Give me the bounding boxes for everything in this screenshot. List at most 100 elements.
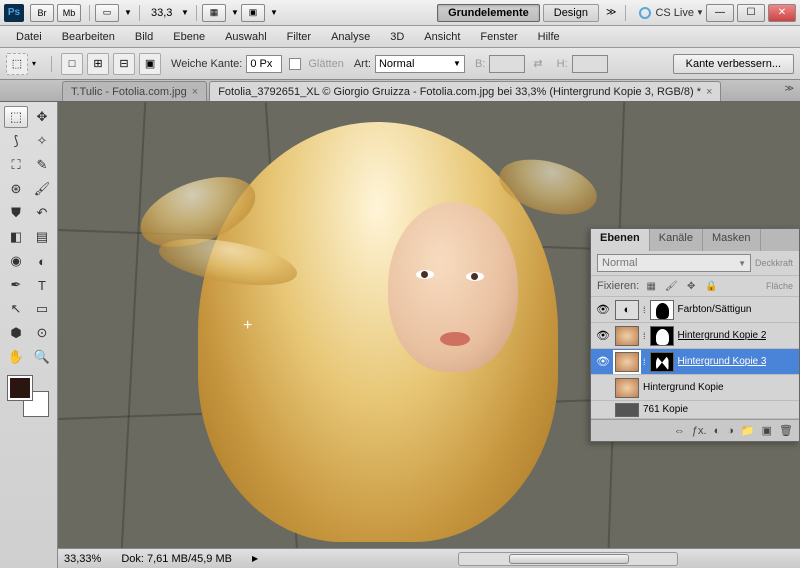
blur-tool[interactable]: ◉ — [4, 250, 28, 272]
heal-tool[interactable]: ⊛ — [4, 178, 28, 200]
gradient-tool[interactable]: ▤ — [30, 226, 54, 248]
chevron-down-icon[interactable]: ▼ — [179, 8, 191, 17]
expand-icon[interactable]: ≫ — [606, 7, 616, 18]
style-select[interactable]: Normal ▼ — [375, 55, 465, 73]
3d-tool[interactable]: ⬢ — [4, 322, 28, 344]
workspace-design[interactable]: Design — [543, 4, 599, 22]
layer-row[interactable]: Hintergrund Kopie — [591, 375, 799, 401]
panel-tab-masks[interactable]: Masken — [703, 229, 761, 251]
menu-analyse[interactable]: Analyse — [323, 29, 378, 45]
screen-button[interactable]: ▣ — [241, 4, 265, 22]
adjustment-icon[interactable]: ◑ — [727, 425, 734, 437]
crop-tool[interactable]: ⛶ — [4, 154, 28, 176]
layer-name[interactable]: Hintergrund Kopie — [643, 382, 724, 393]
bridge-button[interactable]: Br — [30, 4, 54, 22]
arrange-docs-button[interactable]: ▦ — [202, 4, 226, 22]
menu-window[interactable]: Fenster — [472, 29, 525, 45]
layer-mask-thumb[interactable] — [650, 352, 674, 372]
fx-icon[interactable]: ƒx. — [692, 425, 707, 437]
shape-tool[interactable]: ▭ — [30, 298, 54, 320]
selection-add-icon[interactable]: ⊞ — [87, 53, 109, 75]
selection-new-icon[interactable]: □ — [61, 53, 83, 75]
workspace-essentials[interactable]: Grundelemente — [437, 4, 540, 22]
type-tool[interactable]: T — [30, 274, 54, 296]
minibridge-button[interactable]: Mb — [57, 4, 81, 22]
close-button[interactable]: ✕ — [768, 4, 796, 22]
zoom-tool[interactable]: 🔍 — [30, 346, 54, 368]
close-tab-icon[interactable]: × — [706, 86, 712, 98]
tab-overflow-icon[interactable]: ≫ — [785, 83, 794, 94]
status-zoom[interactable]: 33,33% — [64, 553, 101, 565]
layer-thumb[interactable] — [615, 403, 639, 417]
marquee-tool[interactable]: ⬚ — [4, 106, 28, 128]
hand-tool[interactable]: ✋ — [4, 346, 28, 368]
menu-view[interactable]: Ansicht — [416, 29, 468, 45]
chevron-down-icon[interactable]: ▼ — [122, 8, 134, 17]
eyedropper-tool[interactable]: ✎ — [30, 154, 54, 176]
brush-tool[interactable]: 🖌 — [30, 178, 54, 200]
layer-thumb[interactable] — [615, 378, 639, 398]
layer-name[interactable]: Hintergrund Kopie 2 — [678, 330, 767, 341]
marquee-tool-icon[interactable]: ⬚ — [6, 53, 28, 75]
menu-help[interactable]: Hilfe — [530, 29, 568, 45]
lock-pixels-icon[interactable]: 🖌 — [663, 279, 679, 293]
layer-thumb-adjustment[interactable]: ◐ — [615, 300, 639, 320]
color-swatches[interactable] — [8, 376, 48, 416]
history-brush-tool[interactable]: ↶ — [30, 202, 54, 224]
wand-tool[interactable]: ✧ — [30, 130, 54, 152]
layer-row[interactable]: 👁 ◐ ⁞ Farbton/Sättigun — [591, 297, 799, 323]
layer-name[interactable]: Farbton/Sättigun — [678, 304, 752, 315]
layer-mask-thumb[interactable] — [650, 300, 674, 320]
horizontal-scrollbar[interactable] — [458, 552, 678, 566]
lock-transparency-icon[interactable]: ▦ — [643, 279, 659, 293]
move-tool[interactable]: ✥ — [30, 106, 54, 128]
selection-subtract-icon[interactable]: ⊟ — [113, 53, 135, 75]
pen-tool[interactable]: ✒ — [4, 274, 28, 296]
layer-row[interactable]: 761 Kopie — [591, 401, 799, 419]
status-doc-size[interactable]: Dok: 7,61 MB/45,9 MB — [121, 553, 232, 565]
layer-row[interactable]: 👁 ⁞ Hintergrund Kopie 2 — [591, 323, 799, 349]
document-tab-inactive[interactable]: T.Tulic - Fotolia.com.jpg × — [62, 81, 207, 101]
layer-name[interactable]: Hintergrund Kopie 3 — [678, 356, 767, 367]
zoom-value[interactable]: 33,3 — [145, 6, 179, 20]
menu-edit[interactable]: Bearbeiten — [54, 29, 123, 45]
lock-all-icon[interactable]: 🔒 — [703, 279, 719, 293]
camera-tool[interactable]: ⊙ — [30, 322, 54, 344]
layer-row-selected[interactable]: 👁 ⁞ Hintergrund Kopie 3 — [591, 349, 799, 375]
menu-select[interactable]: Auswahl — [217, 29, 275, 45]
layer-mask-thumb[interactable] — [650, 326, 674, 346]
chevron-down-icon[interactable]: ▼ — [229, 8, 241, 17]
link-layers-icon[interactable]: ⇔ — [674, 425, 685, 437]
menu-filter[interactable]: Filter — [279, 29, 319, 45]
lock-position-icon[interactable]: ✥ — [683, 279, 699, 293]
layer-name[interactable]: 761 Kopie — [643, 404, 688, 415]
visibility-icon[interactable]: 👁 — [595, 355, 611, 368]
cs-live-button[interactable]: CS Live ▼ — [639, 7, 706, 19]
dodge-tool[interactable]: ◐ — [30, 250, 54, 272]
selection-intersect-icon[interactable]: ▣ — [139, 53, 161, 75]
menu-image[interactable]: Bild — [127, 29, 161, 45]
visibility-icon[interactable]: 👁 — [595, 329, 611, 342]
lasso-tool[interactable]: ⟆ — [4, 130, 28, 152]
folder-icon[interactable]: 📁 — [741, 424, 755, 437]
stamp-tool[interactable]: ⛊ — [4, 202, 28, 224]
path-tool[interactable]: ↖ — [4, 298, 28, 320]
feather-input[interactable] — [246, 55, 282, 73]
close-tab-icon[interactable]: × — [192, 86, 198, 98]
new-layer-icon[interactable]: ▣ — [762, 424, 772, 437]
delete-icon[interactable]: 🗑 — [779, 424, 793, 437]
visibility-icon[interactable]: 👁 — [595, 303, 611, 316]
eraser-tool[interactable]: ◧ — [4, 226, 28, 248]
mask-icon[interactable]: ◐ — [714, 425, 721, 437]
menu-file[interactable]: Datei — [8, 29, 50, 45]
layer-thumb[interactable] — [615, 326, 639, 346]
refine-edge-button[interactable]: Kante verbessern... — [673, 54, 794, 74]
foreground-swatch[interactable] — [8, 376, 32, 400]
minimize-button[interactable]: — — [706, 4, 734, 22]
layer-thumb[interactable] — [615, 352, 639, 372]
maximize-button[interactable]: ☐ — [737, 4, 765, 22]
panel-tab-channels[interactable]: Kanäle — [650, 229, 703, 251]
document-tab-active[interactable]: Fotolia_3792651_XL © Giorgio Gruizza - F… — [209, 81, 721, 101]
menu-layer[interactable]: Ebene — [165, 29, 213, 45]
chevron-right-icon[interactable]: ▶ — [252, 554, 258, 563]
